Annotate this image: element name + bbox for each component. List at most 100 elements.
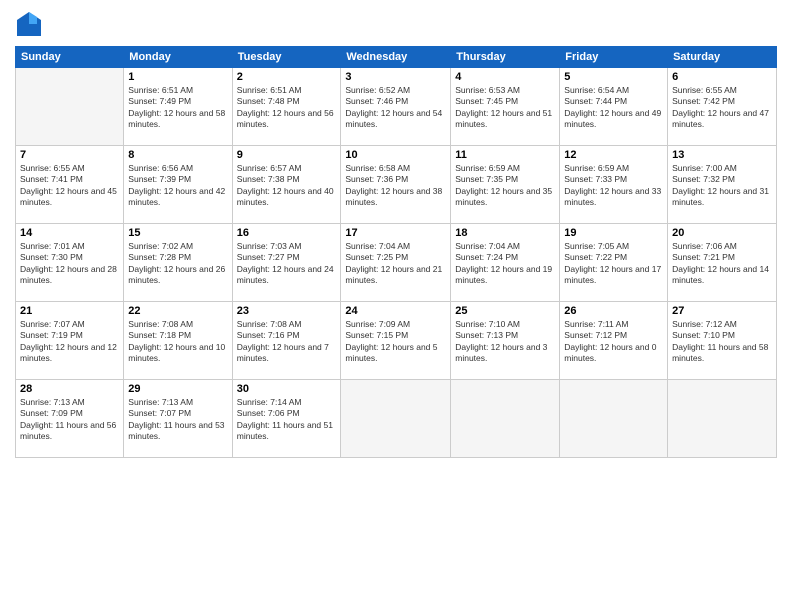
calendar-cell: 22 Sunrise: 7:08 AMSunset: 7:18 PMDayligh… bbox=[124, 302, 232, 380]
day-info: Sunrise: 6:58 AMSunset: 7:36 PMDaylight:… bbox=[345, 163, 446, 209]
day-number: 2 bbox=[237, 71, 337, 83]
calendar-cell bbox=[560, 380, 668, 458]
day-info: Sunrise: 7:07 AMSunset: 7:19 PMDaylight:… bbox=[20, 319, 119, 365]
day-number: 15 bbox=[128, 227, 227, 239]
day-number: 21 bbox=[20, 305, 119, 317]
day-info: Sunrise: 6:51 AMSunset: 7:48 PMDaylight:… bbox=[237, 85, 337, 131]
day-info: Sunrise: 7:12 AMSunset: 7:10 PMDaylight:… bbox=[672, 319, 772, 365]
day-number: 22 bbox=[128, 305, 227, 317]
day-number: 26 bbox=[564, 305, 663, 317]
day-number: 7 bbox=[20, 149, 119, 161]
week-row-4: 21 Sunrise: 7:07 AMSunset: 7:19 PMDayligh… bbox=[16, 302, 777, 380]
day-info: Sunrise: 6:55 AMSunset: 7:42 PMDaylight:… bbox=[672, 85, 772, 131]
day-info: Sunrise: 6:53 AMSunset: 7:45 PMDaylight:… bbox=[455, 85, 555, 131]
day-number: 13 bbox=[672, 149, 772, 161]
calendar-cell: 28Sunrise: 7:13 AMSunset: 7:09 PMDayligh… bbox=[16, 380, 124, 458]
day-info: Sunrise: 6:57 AMSunset: 7:38 PMDaylight:… bbox=[237, 163, 337, 209]
logo-icon bbox=[15, 10, 43, 38]
calendar-cell: 20 Sunrise: 7:06 AMSunset: 7:21 PMDayligh… bbox=[668, 224, 777, 302]
day-info: Sunrise: 6:56 AMSunset: 7:39 PMDaylight:… bbox=[128, 163, 227, 209]
calendar-cell: 18Sunrise: 7:04 AMSunset: 7:24 PMDayligh… bbox=[451, 224, 560, 302]
day-info: Sunrise: 7:00 AMSunset: 7:32 PMDaylight:… bbox=[672, 163, 772, 209]
calendar-cell: 30 Sunrise: 7:14 AMSunset: 7:06 PMDayligh… bbox=[232, 380, 341, 458]
col-header-wednesday: Wednesday bbox=[341, 47, 451, 68]
day-number: 4 bbox=[455, 71, 555, 83]
day-info: Sunrise: 6:59 AMSunset: 7:33 PMDaylight:… bbox=[564, 163, 663, 209]
calendar-cell: 8 Sunrise: 6:56 AMSunset: 7:39 PMDaylight… bbox=[124, 146, 232, 224]
week-row-2: 7 Sunrise: 6:55 AMSunset: 7:41 PMDaylight… bbox=[16, 146, 777, 224]
day-info: Sunrise: 7:08 AMSunset: 7:18 PMDaylight:… bbox=[128, 319, 227, 365]
day-info: Sunrise: 7:14 AMSunset: 7:06 PMDaylight:… bbox=[237, 397, 337, 443]
day-number: 17 bbox=[345, 227, 446, 239]
day-number: 1 bbox=[128, 71, 227, 83]
calendar-table: SundayMondayTuesdayWednesdayThursdayFrid… bbox=[15, 46, 777, 458]
day-number: 29 bbox=[128, 383, 227, 395]
col-header-sunday: Sunday bbox=[16, 47, 124, 68]
col-header-tuesday: Tuesday bbox=[232, 47, 341, 68]
day-number: 10 bbox=[345, 149, 446, 161]
calendar-cell: 27 Sunrise: 7:12 AMSunset: 7:10 PMDayligh… bbox=[668, 302, 777, 380]
calendar-cell bbox=[341, 380, 451, 458]
day-info: Sunrise: 6:55 AMSunset: 7:41 PMDaylight:… bbox=[20, 163, 119, 209]
day-number: 30 bbox=[237, 383, 337, 395]
calendar-cell: 17 Sunrise: 7:04 AMSunset: 7:25 PMDayligh… bbox=[341, 224, 451, 302]
day-number: 8 bbox=[128, 149, 227, 161]
calendar-cell: 26 Sunrise: 7:11 AMSunset: 7:12 PMDayligh… bbox=[560, 302, 668, 380]
day-number: 12 bbox=[564, 149, 663, 161]
header bbox=[15, 10, 777, 38]
day-info: Sunrise: 7:10 AMSunset: 7:13 PMDaylight:… bbox=[455, 319, 555, 365]
calendar-cell: 21 Sunrise: 7:07 AMSunset: 7:19 PMDayligh… bbox=[16, 302, 124, 380]
day-info: Sunrise: 7:08 AMSunset: 7:16 PMDaylight:… bbox=[237, 319, 337, 365]
calendar-cell: 13 Sunrise: 7:00 AMSunset: 7:32 PMDayligh… bbox=[668, 146, 777, 224]
day-number: 5 bbox=[564, 71, 663, 83]
col-header-saturday: Saturday bbox=[668, 47, 777, 68]
page: SundayMondayTuesdayWednesdayThursdayFrid… bbox=[0, 0, 792, 612]
day-info: Sunrise: 7:09 AMSunset: 7:15 PMDaylight:… bbox=[345, 319, 446, 365]
day-info: Sunrise: 7:06 AMSunset: 7:21 PMDaylight:… bbox=[672, 241, 772, 287]
day-number: 14 bbox=[20, 227, 119, 239]
calendar-cell: 2 Sunrise: 6:51 AMSunset: 7:48 PMDaylight… bbox=[232, 68, 341, 146]
day-number: 23 bbox=[237, 305, 337, 317]
day-info: Sunrise: 6:51 AMSunset: 7:49 PMDaylight:… bbox=[128, 85, 227, 131]
day-number: 24 bbox=[345, 305, 446, 317]
day-info: Sunrise: 7:04 AMSunset: 7:24 PMDaylight:… bbox=[455, 241, 555, 287]
calendar-cell: 10 Sunrise: 6:58 AMSunset: 7:36 PMDayligh… bbox=[341, 146, 451, 224]
calendar-cell: 15Sunrise: 7:02 AMSunset: 7:28 PMDayligh… bbox=[124, 224, 232, 302]
calendar-cell: 6 Sunrise: 6:55 AMSunset: 7:42 PMDaylight… bbox=[668, 68, 777, 146]
day-info: Sunrise: 7:01 AMSunset: 7:30 PMDaylight:… bbox=[20, 241, 119, 287]
calendar-cell: 7 Sunrise: 6:55 AMSunset: 7:41 PMDaylight… bbox=[16, 146, 124, 224]
day-number: 19 bbox=[564, 227, 663, 239]
day-number: 9 bbox=[237, 149, 337, 161]
week-row-3: 14 Sunrise: 7:01 AMSunset: 7:30 PMDayligh… bbox=[16, 224, 777, 302]
day-number: 6 bbox=[672, 71, 772, 83]
col-header-monday: Monday bbox=[124, 47, 232, 68]
week-row-5: 28Sunrise: 7:13 AMSunset: 7:09 PMDayligh… bbox=[16, 380, 777, 458]
calendar-cell: 1 Sunrise: 6:51 AMSunset: 7:49 PMDaylight… bbox=[124, 68, 232, 146]
day-info: Sunrise: 6:54 AMSunset: 7:44 PMDaylight:… bbox=[564, 85, 663, 131]
calendar-cell: 12 Sunrise: 6:59 AMSunset: 7:33 PMDayligh… bbox=[560, 146, 668, 224]
day-info: Sunrise: 7:03 AMSunset: 7:27 PMDaylight:… bbox=[237, 241, 337, 287]
day-info: Sunrise: 7:13 AMSunset: 7:09 PMDaylight:… bbox=[20, 397, 119, 443]
calendar-cell: 9 Sunrise: 6:57 AMSunset: 7:38 PMDaylight… bbox=[232, 146, 341, 224]
day-number: 11 bbox=[455, 149, 555, 161]
day-number: 16 bbox=[237, 227, 337, 239]
col-header-friday: Friday bbox=[560, 47, 668, 68]
day-number: 27 bbox=[672, 305, 772, 317]
calendar-cell: 3Sunrise: 6:52 AMSunset: 7:46 PMDaylight… bbox=[341, 68, 451, 146]
day-number: 20 bbox=[672, 227, 772, 239]
calendar-cell: 11 Sunrise: 6:59 AMSunset: 7:35 PMDayligh… bbox=[451, 146, 560, 224]
day-info: Sunrise: 7:13 AMSunset: 7:07 PMDaylight:… bbox=[128, 397, 227, 443]
calendar-cell: 29 Sunrise: 7:13 AMSunset: 7:07 PMDayligh… bbox=[124, 380, 232, 458]
day-number: 25 bbox=[455, 305, 555, 317]
calendar-cell: 24 Sunrise: 7:09 AMSunset: 7:15 PMDayligh… bbox=[341, 302, 451, 380]
calendar-cell bbox=[668, 380, 777, 458]
day-info: Sunrise: 7:11 AMSunset: 7:12 PMDaylight:… bbox=[564, 319, 663, 365]
calendar-cell bbox=[451, 380, 560, 458]
calendar-cell bbox=[16, 68, 124, 146]
day-info: Sunrise: 6:59 AMSunset: 7:35 PMDaylight:… bbox=[455, 163, 555, 209]
calendar-cell: 23 Sunrise: 7:08 AMSunset: 7:16 PMDayligh… bbox=[232, 302, 341, 380]
calendar-cell: 19 Sunrise: 7:05 AMSunset: 7:22 PMDayligh… bbox=[560, 224, 668, 302]
day-info: Sunrise: 7:04 AMSunset: 7:25 PMDaylight:… bbox=[345, 241, 446, 287]
day-info: Sunrise: 7:05 AMSunset: 7:22 PMDaylight:… bbox=[564, 241, 663, 287]
calendar-cell: 4 Sunrise: 6:53 AMSunset: 7:45 PMDaylight… bbox=[451, 68, 560, 146]
